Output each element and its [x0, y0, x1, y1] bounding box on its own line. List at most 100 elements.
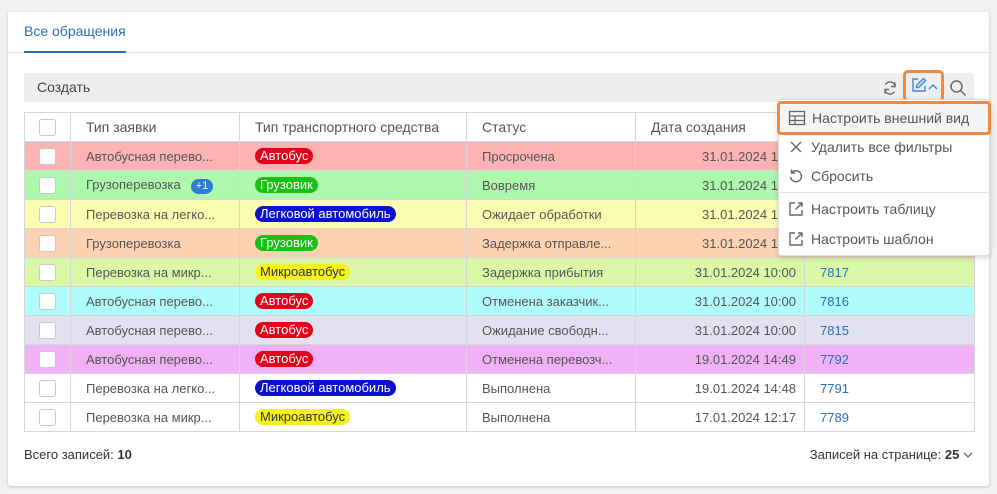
vehicle-badge: Микроавтобус: [255, 409, 351, 425]
row-checkbox[interactable]: [39, 321, 56, 339]
vehicle-badge: Грузовик: [255, 177, 318, 193]
row-checkbox-cell: [24, 286, 71, 316]
row-checkbox[interactable]: [39, 379, 56, 397]
cell-vehicle: Автобус: [239, 141, 467, 171]
search-icon[interactable]: [946, 73, 970, 102]
cell-date: 31.01.2024 10:00: [635, 257, 805, 287]
page-size-value: 25: [944, 447, 960, 462]
row-checkbox-cell: [24, 373, 71, 403]
menu-item-configure-template[interactable]: Настроить шаблон: [779, 224, 989, 254]
row-checkbox-cell: [24, 170, 71, 200]
row-checkbox-cell: [24, 402, 71, 432]
menu-item-label: Настроить внешний вид: [812, 110, 970, 126]
cell-type: Автобусная перево...: [70, 141, 240, 171]
menu-item-label: Удалить все фильтры: [811, 139, 953, 155]
total-records-value: 10: [117, 447, 132, 462]
cell-number[interactable]: 7792: [804, 344, 975, 374]
cell-number[interactable]: 7815: [804, 315, 975, 345]
select-all-checkbox[interactable]: [39, 118, 56, 136]
cell-date: 19.01.2024 14:48: [635, 373, 805, 403]
menu-item-label: Настроить таблицу: [811, 201, 936, 217]
cell-number[interactable]: 7789: [804, 402, 975, 432]
cell-status: Ожидание свободн...: [466, 315, 636, 345]
chevron-up-icon: [928, 79, 938, 94]
request-type: Грузоперевозка: [86, 235, 181, 251]
cell-vehicle: Микроавтобус: [239, 257, 467, 287]
request-type: Автобусная перево...: [86, 351, 213, 367]
cell-vehicle: Автобус: [239, 344, 467, 374]
cell-status: Просрочена: [466, 141, 636, 171]
cell-vehicle: Грузовик: [239, 170, 467, 200]
vehicle-badge: Автобус: [255, 322, 314, 338]
external-link-icon: [781, 201, 811, 217]
vehicle-badge: Легковой автомобиль: [255, 380, 396, 396]
row-checkbox[interactable]: [39, 205, 56, 223]
external-link-icon: [781, 231, 811, 247]
row-checkbox-cell: [24, 257, 71, 287]
create-button[interactable]: Создать: [37, 73, 90, 102]
menu-item-clear-filters[interactable]: Удалить все фильтры: [779, 132, 989, 162]
select-all-checkbox-cell: [24, 112, 71, 142]
request-type: Перевозка на легко...: [86, 206, 216, 222]
request-type: Перевозка на микр...: [86, 409, 212, 425]
cell-type: Перевозка на легко...: [70, 199, 240, 229]
table-row[interactable]: Перевозка на микр... Микроавтобус Задержка…: [24, 257, 975, 287]
cell-type: Перевозка на микр...: [70, 257, 240, 287]
vehicle-badge: Автобус: [255, 293, 314, 309]
refresh-icon[interactable]: [879, 73, 901, 102]
row-checkbox[interactable]: [39, 350, 56, 368]
cell-date: 19.01.2024 14:49: [635, 344, 805, 374]
cell-vehicle: Автобус: [239, 315, 467, 345]
menu-item-appearance[interactable]: Настроить внешний вид: [777, 101, 991, 135]
table-row[interactable]: Автобусная перево... Автобус Ожидание своб…: [24, 315, 975, 345]
toolbar: Создать: [24, 70, 974, 102]
cell-status: Выполнена: [466, 402, 636, 432]
row-checkbox[interactable]: [39, 292, 56, 310]
menu-divider: [779, 192, 989, 193]
row-checkbox[interactable]: [39, 147, 56, 165]
cell-date: 31.01.2024 10:00: [635, 286, 805, 316]
total-records-label: Всего записей:: [24, 447, 114, 462]
cell-number[interactable]: 7817: [804, 257, 975, 287]
request-type: Перевозка на микр...: [86, 264, 212, 280]
row-checkbox[interactable]: [39, 176, 56, 194]
cell-type: Перевозка на микр...: [70, 402, 240, 432]
edit-icon: [910, 76, 928, 97]
page-size-selector[interactable]: Записей на странице: 25: [810, 447, 973, 462]
cell-number[interactable]: 7791: [804, 373, 975, 403]
cell-type: Автобусная перево...: [70, 344, 240, 374]
table-icon: [782, 110, 812, 126]
menu-item-label: Настроить шаблон: [811, 231, 934, 247]
edit-view-button[interactable]: [903, 70, 944, 102]
vehicle-badge: Грузовик: [255, 235, 318, 251]
cell-date: 17.01.2024 12:17: [635, 402, 805, 432]
table-row[interactable]: Автобусная перево... Автобус Отменена пере…: [24, 344, 975, 374]
cell-status: Задержка прибытия: [466, 257, 636, 287]
tab-all-requests[interactable]: Все обращения: [24, 12, 126, 53]
row-checkbox-cell: [24, 228, 71, 258]
cell-type: Автобусная перево...: [70, 286, 240, 316]
row-checkbox[interactable]: [39, 234, 56, 252]
menu-item-configure-table[interactable]: Настроить таблицу: [779, 194, 989, 224]
column-header-status[interactable]: Статус: [466, 112, 636, 142]
cell-type: Автобусная перево...: [70, 315, 240, 345]
row-checkbox-cell: [24, 141, 71, 171]
table-row[interactable]: Автобусная перево... Автобус Отменена зака…: [24, 286, 975, 316]
row-checkbox-cell: [24, 199, 71, 229]
close-icon: [781, 140, 811, 154]
request-type: Автобусная перево...: [86, 293, 213, 309]
cell-status: Отменена заказчик...: [466, 286, 636, 316]
page-size-label: Записей на странице:: [809, 447, 942, 462]
menu-item-reset[interactable]: Сбросить: [779, 161, 989, 191]
column-header-vehicle[interactable]: Тип транспортного средства: [239, 112, 467, 142]
column-header-type[interactable]: Тип заявки: [70, 112, 240, 142]
table-row[interactable]: Перевозка на легко... Легковой автомобиль…: [24, 373, 975, 403]
cell-number[interactable]: 7816: [804, 286, 975, 316]
cell-status: Отменена перевозч...: [466, 344, 636, 374]
extra-count-badge[interactable]: +1: [190, 178, 214, 194]
row-checkbox[interactable]: [39, 408, 56, 426]
cell-status: Вовремя: [466, 170, 636, 200]
menu-item-label: Сбросить: [811, 168, 874, 184]
row-checkbox[interactable]: [39, 263, 56, 281]
table-row[interactable]: Перевозка на микр... Микроавтобус Выполнен…: [24, 402, 975, 432]
